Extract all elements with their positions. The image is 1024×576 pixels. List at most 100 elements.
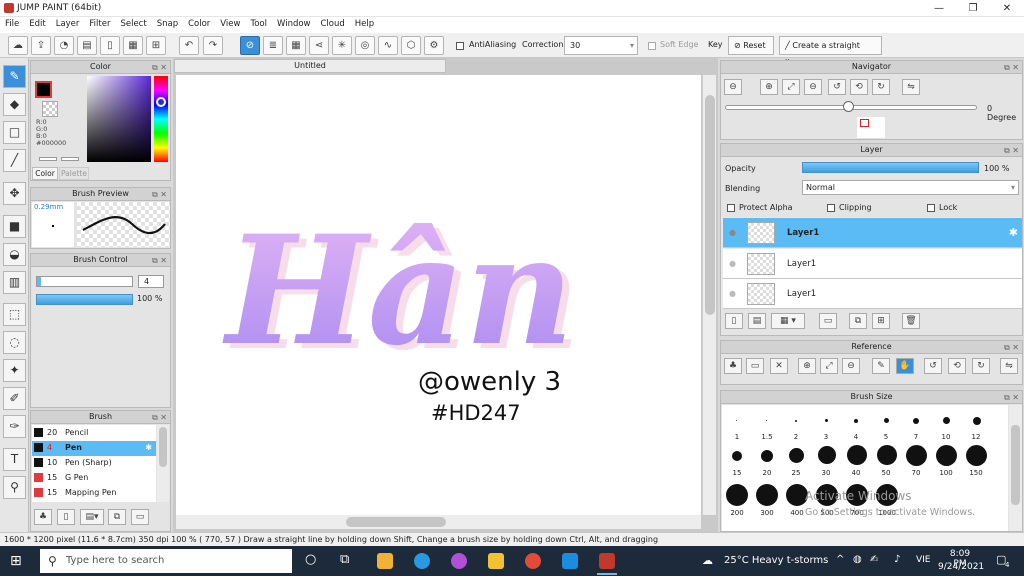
zalo-icon[interactable] — [562, 553, 578, 569]
brush-menu-icon[interactable]: ▤▾ — [80, 509, 104, 525]
panel-controls-icon[interactable]: ⧉ ✕ — [1004, 392, 1019, 404]
select-pen-tool-icon[interactable]: ✐ — [3, 387, 26, 410]
size-dot-20[interactable] — [761, 450, 773, 462]
lock-checkbox[interactable] — [927, 203, 935, 212]
menu-snap[interactable]: Snap — [152, 17, 183, 31]
size-dot-10[interactable] — [943, 417, 950, 424]
size-dot-150[interactable] — [966, 445, 987, 466]
new-layer-icon[interactable]: ▯ — [725, 313, 743, 329]
app-icon-gem[interactable] — [451, 553, 467, 569]
tab-color[interactable]: Color — [32, 167, 58, 180]
brush-size-scrollbar[interactable] — [1009, 405, 1022, 531]
visibility-icon[interactable]: ● — [729, 228, 736, 237]
straight-line-button[interactable]: ╱ Create a straight line — [779, 36, 882, 67]
visibility-icon[interactable]: ● — [729, 289, 736, 298]
menu-filter[interactable]: Filter — [84, 17, 115, 31]
size-dot-40[interactable] — [847, 445, 867, 465]
menu-edit[interactable]: Edit — [24, 17, 50, 31]
menu-window[interactable]: Window — [272, 17, 316, 31]
brush-list-scroll-thumb[interactable] — [159, 427, 167, 467]
reference-add-icon[interactable]: ♣ — [724, 358, 742, 374]
brush-item-g-pen[interactable]: 15 G Pen — [32, 471, 156, 486]
reference-flip-icon[interactable]: ⇋ — [1000, 358, 1018, 374]
parallel-snap-icon[interactable]: ≣ — [263, 36, 283, 55]
layer-row[interactable]: ● Layer1 — [723, 279, 1022, 309]
fill-rect-tool-icon[interactable]: ■ — [3, 215, 26, 238]
chrome-icon[interactable] — [525, 553, 541, 569]
navigator-thumbnail[interactable] — [857, 117, 885, 138]
reference-hand-icon[interactable]: ✋ — [896, 358, 914, 374]
store-icon[interactable] — [377, 553, 393, 569]
panel-controls-icon[interactable]: ⧉ ✕ — [1004, 145, 1019, 157]
cortana-icon[interactable]: ○ — [305, 552, 316, 567]
brush-item-pencil[interactable]: 20 Pencil — [32, 426, 156, 441]
delete-layer-icon[interactable]: 🗑 — [902, 313, 920, 329]
clipping-option[interactable]: Clipping — [827, 203, 872, 212]
bucket-tool-icon[interactable]: ◒ — [3, 243, 26, 266]
color-slot-1[interactable] — [39, 157, 57, 161]
radial-snap-icon[interactable]: ✳ — [332, 36, 352, 55]
eyedropper-tool-icon[interactable]: ⚲ — [3, 476, 26, 499]
background-color-swatch[interactable] — [42, 101, 58, 117]
flip-icon[interactable]: ⇋ — [902, 79, 920, 95]
reference-rotate-reset-icon[interactable]: ⟲ — [948, 358, 966, 374]
tab-palette[interactable]: Palette — [59, 167, 89, 180]
brush-item-pen[interactable]: 4 Pen ✱ — [32, 441, 156, 456]
size-dot-3[interactable] — [825, 419, 828, 422]
file-explorer-icon[interactable] — [488, 553, 504, 569]
size-dot-70[interactable] — [906, 445, 927, 466]
menu-view[interactable]: View — [215, 17, 245, 31]
reference-rotate-right-icon[interactable]: ↻ — [972, 358, 990, 374]
canvas-tab[interactable]: Untitled — [174, 59, 446, 73]
jump-paint-taskbar-icon[interactable] — [599, 553, 615, 569]
antialiasing-checkbox[interactable] — [456, 42, 464, 50]
size-dot-30[interactable] — [818, 446, 836, 464]
merge-layer-icon[interactable]: ⊞ — [872, 313, 890, 329]
canvas-vertical-scrollbar[interactable] — [702, 75, 716, 515]
zoom-out-icon[interactable]: ⊖ — [724, 79, 742, 95]
menu-layer[interactable]: Layer — [51, 17, 85, 31]
brush-list-scrollbar[interactable] — [157, 425, 169, 502]
cloud-icon[interactable]: ☁ — [8, 36, 28, 55]
size-dot-100[interactable] — [936, 445, 957, 466]
windows-start-icon[interactable]: ⊞ — [10, 553, 22, 569]
taskbar-search-input[interactable]: Type here to search — [40, 549, 292, 573]
panel-controls-icon[interactable]: ⧉ ✕ — [152, 255, 167, 267]
protect-alpha-checkbox[interactable] — [727, 203, 735, 212]
select-eraser-tool-icon[interactable]: ✑ — [3, 415, 26, 438]
brush-size-scroll-thumb[interactable] — [1011, 425, 1020, 505]
clock-date[interactable]: 9/24/2021 — [938, 562, 984, 572]
saturation-value-picker[interactable] — [87, 76, 151, 162]
comment-icon[interactable]: ◔ — [54, 36, 74, 55]
brush-copy-icon[interactable]: ⧉ — [108, 509, 126, 525]
size-dot-4[interactable] — [854, 419, 858, 423]
layer-folder-icon[interactable]: ▭ — [819, 313, 837, 329]
layer-type-menu-icon[interactable]: ▦ ▾ — [771, 313, 805, 329]
close-button[interactable]: ✕ — [990, 0, 1024, 17]
layer-row[interactable]: ● Layer1 — [723, 249, 1022, 279]
correction-select[interactable]: 30 ▾ — [564, 36, 638, 55]
menu-color[interactable]: Color — [183, 17, 215, 31]
volume-icon[interactable]: ♪ — [894, 554, 900, 565]
reset-button[interactable]: ⊘ Reset — [728, 36, 774, 55]
brush-item-mapping-pen[interactable]: 15 Mapping Pen — [32, 486, 156, 501]
page-icon[interactable]: ▯ — [100, 36, 120, 55]
lasso-tool-icon[interactable]: ◌ — [3, 331, 26, 354]
select-rect-tool-icon[interactable]: ⬚ — [3, 303, 26, 326]
concentric-snap-icon[interactable]: ◎ — [355, 36, 375, 55]
new-brush-icon[interactable]: ▯ — [57, 509, 75, 525]
rectangle-tool-icon[interactable]: □ — [3, 121, 26, 144]
panel-controls-icon[interactable]: ⧉ ✕ — [152, 189, 167, 201]
message-icon[interactable]: ▤ — [77, 36, 97, 55]
visibility-icon[interactable]: ● — [729, 259, 736, 268]
hue-handle[interactable] — [156, 97, 166, 107]
rotation-handle[interactable] — [843, 101, 854, 112]
navigator-viewport[interactable] — [860, 119, 869, 127]
magic-wand-tool-icon[interactable]: ✦ — [3, 359, 26, 382]
document-icon[interactable]: ▦ — [123, 36, 143, 55]
minimize-button[interactable]: — — [922, 0, 956, 17]
size-dot-200[interactable] — [726, 484, 748, 506]
panel-controls-icon[interactable]: ⧉ ✕ — [152, 62, 167, 74]
add-brush-icon[interactable]: ♣ — [34, 509, 52, 525]
snap-off-icon[interactable]: ⊘ — [240, 36, 260, 55]
